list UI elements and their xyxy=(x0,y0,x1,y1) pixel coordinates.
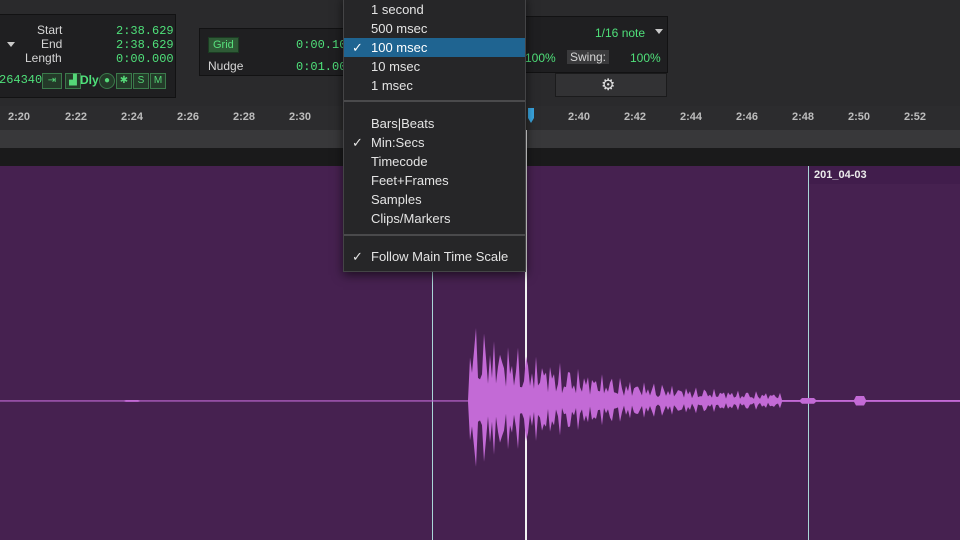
menu-item-label: Samples xyxy=(371,192,422,207)
menu-item[interactable]: Clips/Markers xyxy=(344,209,525,228)
selection-panel: Start End Length 2:38.629 2:38.629 0:00.… xyxy=(0,14,176,98)
grid-value-menu: 1 second 500 msec ✓ 100 msec 10 msec 1 msec Ba… xyxy=(343,0,526,272)
grid-button[interactable]: Grid xyxy=(208,37,239,53)
menu-item[interactable]: ✓ Min:Secs xyxy=(344,133,525,152)
grid-nudge-panel: Grid 0:00.100 Nudge 0:01.000 xyxy=(199,28,354,76)
note-value-field[interactable]: 1/16 note xyxy=(595,26,645,40)
delay-label: Dly xyxy=(80,73,99,87)
ruler-tick-label: 2:50 xyxy=(848,111,871,123)
menu-item-label: Timecode xyxy=(371,154,428,169)
menu-item[interactable]: 1 msec xyxy=(344,76,525,95)
menu-item-label: 500 msec xyxy=(371,21,428,36)
menu-item-label: 100 msec xyxy=(371,40,428,55)
settings-button[interactable]: ⚙ xyxy=(555,73,667,97)
menu-item[interactable]: 500 msec xyxy=(344,19,525,38)
counter-readout: 264340 xyxy=(0,73,43,87)
menu-item-label: 10 msec xyxy=(371,59,421,74)
ruler-tick-label: 2:42 xyxy=(624,111,647,123)
ruler-tick-label: 2:22 xyxy=(65,111,88,123)
menu-item-label: Feet+Frames xyxy=(371,173,449,188)
mute-button[interactable]: M xyxy=(150,73,166,89)
gear-icon: ⚙ xyxy=(601,77,616,94)
ruler-tick-label: 2:52 xyxy=(904,111,927,123)
strength-value-field[interactable]: 100% xyxy=(525,51,556,65)
nudge-label: Nudge xyxy=(208,59,244,73)
menu-item[interactable]: ✓ Follow Main Time Scale xyxy=(344,247,525,266)
menu-item-label: 1 second xyxy=(371,2,424,17)
checkmark-icon: ✓ xyxy=(352,249,363,264)
ruler-tick-label: 2:24 xyxy=(121,111,144,123)
menu-item[interactable]: Bars|Beats xyxy=(344,114,525,133)
ruler-tick-label: 2:30 xyxy=(289,111,312,123)
menu-divider xyxy=(344,100,525,102)
swing-label: Swing: xyxy=(567,50,610,64)
end-label: End xyxy=(41,37,63,51)
note-dropdown-arrow-icon[interactable] xyxy=(655,29,663,34)
solo-button[interactable]: S xyxy=(133,73,149,89)
ruler-tick-label: 2:26 xyxy=(177,111,200,123)
ruler-tick-label: 2:28 xyxy=(233,111,256,123)
start-field[interactable]: 2:38.629 xyxy=(116,24,174,38)
checkmark-icon: ✓ xyxy=(352,40,363,55)
quantize-panel: 1/16 note 100% Swing: 100% xyxy=(524,16,668,73)
swing-value-field[interactable]: 100% xyxy=(630,51,661,65)
menu-item[interactable]: Samples xyxy=(344,190,525,209)
menu-item-label: Follow Main Time Scale xyxy=(371,249,509,264)
ruler-tick-label: 2:20 xyxy=(8,111,31,123)
ruler-tick-label: 2:40 xyxy=(568,111,591,123)
tab-to-transient-icon[interactable]: ▟ xyxy=(65,73,81,89)
sparkle-icon[interactable]: ✱ xyxy=(116,73,132,89)
menu-item[interactable]: 10 msec xyxy=(344,57,525,76)
menu-item[interactable]: 1 second xyxy=(344,0,525,19)
menu-divider xyxy=(344,234,525,236)
end-field[interactable]: 2:38.629 xyxy=(116,38,174,52)
playhead-marker-icon[interactable] xyxy=(527,108,535,124)
record-icon[interactable]: ● xyxy=(99,73,115,89)
menu-item-label: Min:Secs xyxy=(371,135,425,150)
menu-item[interactable]: Timecode xyxy=(344,152,525,171)
length-label: Length xyxy=(25,51,62,65)
menu-item-label: 1 msec xyxy=(371,78,413,93)
checkmark-icon: ✓ xyxy=(352,135,363,150)
menu-item-label: Bars|Beats xyxy=(371,116,435,131)
length-field[interactable]: 0:00.000 xyxy=(116,52,174,66)
menu-item-label: Clips/Markers xyxy=(371,211,451,226)
dropdown-arrow-icon[interactable] xyxy=(7,42,15,47)
ruler-tick-label: 2:44 xyxy=(680,111,703,123)
menu-item[interactable]: ✓ 100 msec xyxy=(344,38,525,57)
ruler-tick-label: 2:48 xyxy=(792,111,815,123)
menu-item[interactable]: Feet+Frames xyxy=(344,171,525,190)
ruler-tick-label: 2:46 xyxy=(736,111,759,123)
start-label: Start xyxy=(37,23,63,37)
link-icon[interactable]: ⇥ xyxy=(42,73,62,89)
